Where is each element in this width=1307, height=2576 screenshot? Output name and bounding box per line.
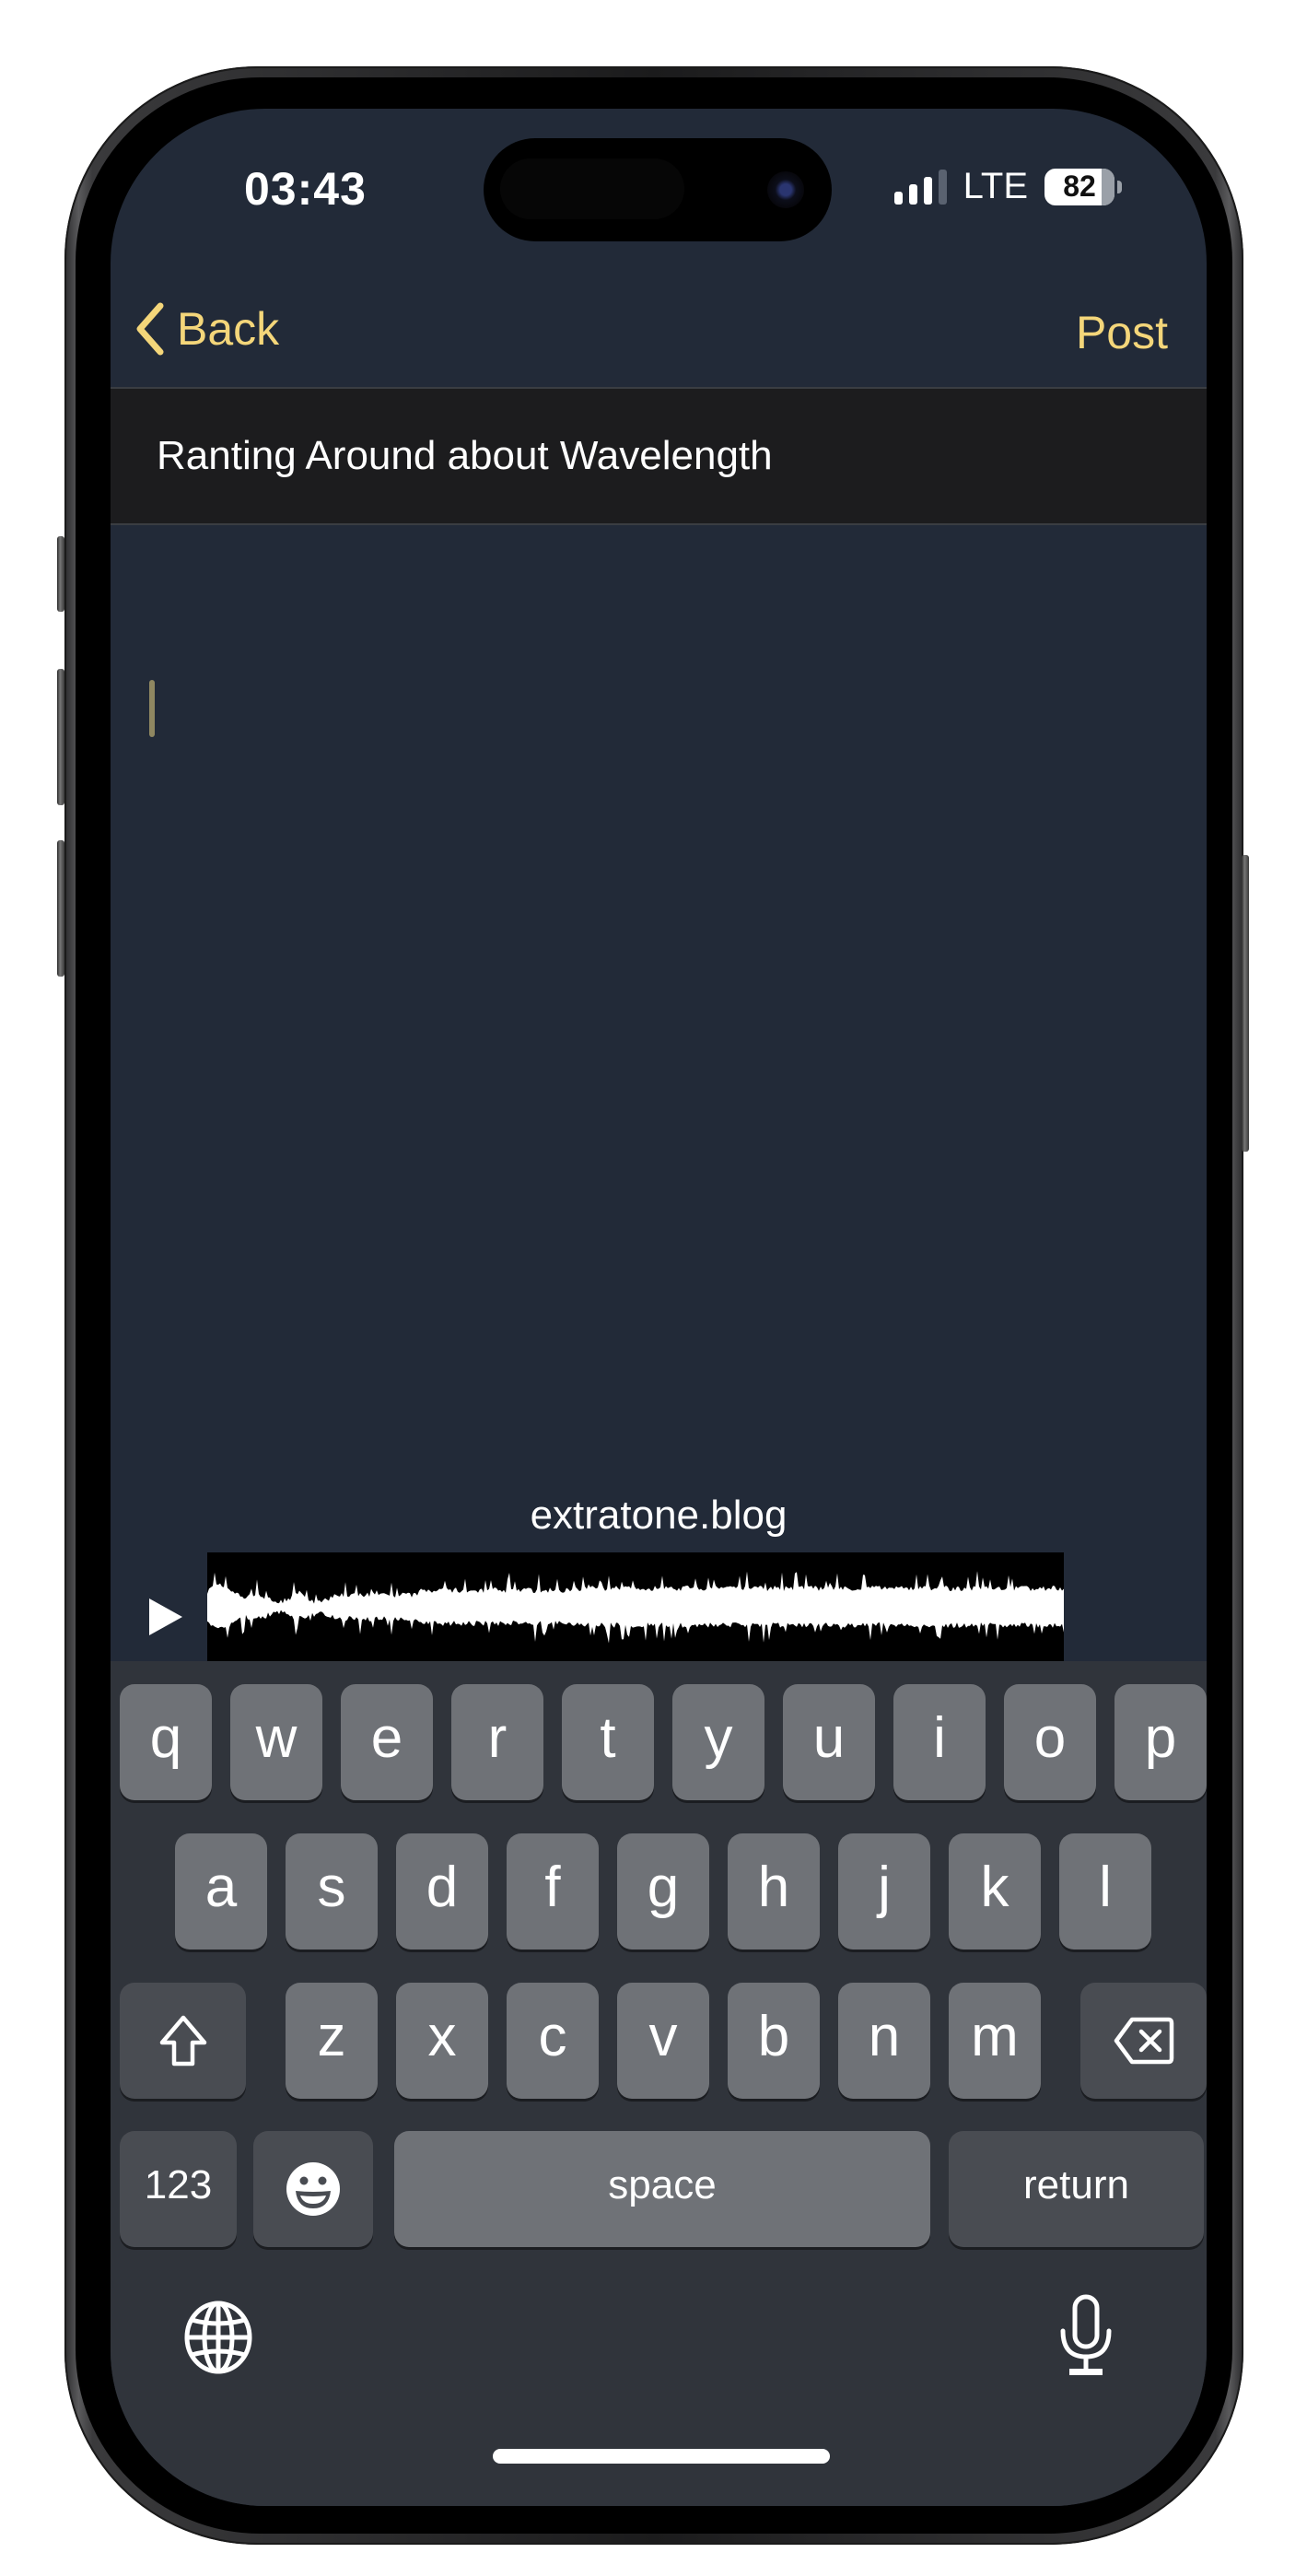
key-q-label: q [149, 1706, 182, 1770]
delete-icon [1114, 2017, 1173, 2065]
space-key-label: space [608, 2162, 717, 2207]
key-w[interactable]: w [230, 1684, 322, 1800]
key-c-label: c [538, 2005, 567, 2068]
key-w-label: w [255, 1706, 298, 1770]
key-b-label: b [757, 2005, 790, 2068]
keyboard: q w e r t y u i o p a s d f g h j k l z x c v b n m 123 space return [111, 1661, 1207, 2506]
battery-percent: 82 [1063, 170, 1096, 203]
post-button[interactable]: Post [1076, 306, 1168, 359]
key-u-label: u [812, 1706, 846, 1770]
face-id-sensor [500, 158, 684, 219]
key-v[interactable]: v [617, 1983, 709, 2099]
back-button[interactable]: Back [134, 302, 279, 356]
numbers-key[interactable]: 123 [120, 2131, 237, 2247]
key-a-label: a [204, 1856, 238, 1919]
cellular-signal-icon [893, 169, 947, 205]
key-f[interactable]: f [507, 1833, 599, 1950]
key-k[interactable]: k [949, 1833, 1041, 1950]
key-j-label: j [878, 1856, 891, 1919]
key-g[interactable]: g [617, 1833, 709, 1950]
volume-up-button [57, 669, 64, 805]
network-type: LTE [963, 166, 1028, 206]
key-h[interactable]: h [728, 1833, 820, 1950]
emoji-key[interactable] [253, 2131, 373, 2247]
key-b[interactable]: b [728, 1983, 820, 2099]
waveform-graphic [207, 1571, 1064, 1644]
key-t[interactable]: t [562, 1684, 654, 1800]
status-indicators: LTE 82 [893, 166, 1122, 207]
key-y[interactable]: y [672, 1684, 764, 1800]
key-o-label: o [1033, 1706, 1067, 1770]
key-x-label: x [427, 2005, 457, 2068]
key-s[interactable]: s [286, 1833, 378, 1950]
waveform-path [207, 1571, 1064, 1644]
key-g-label: g [647, 1856, 680, 1919]
post-title-field[interactable]: Ranting Around about Wavelength [111, 387, 1207, 525]
shift-key[interactable] [120, 1983, 246, 2099]
key-i[interactable]: i [893, 1684, 986, 1800]
key-y-label: y [704, 1706, 733, 1770]
key-l-label: l [1099, 1856, 1112, 1919]
home-indicator[interactable] [493, 2449, 830, 2464]
key-p[interactable]: p [1114, 1684, 1207, 1800]
emoji-icon [286, 2162, 340, 2216]
key-p-label: p [1144, 1706, 1177, 1770]
return-key[interactable]: return [949, 2131, 1204, 2247]
key-h-label: h [757, 1856, 790, 1919]
key-t-label: t [600, 1706, 616, 1770]
key-j[interactable]: j [838, 1833, 930, 1950]
key-e-label: e [370, 1706, 403, 1770]
key-q[interactable]: q [120, 1684, 212, 1800]
front-camera [767, 171, 804, 208]
shift-icon [159, 2015, 206, 2067]
key-m-label: m [971, 2005, 1019, 2068]
delete-key[interactable] [1080, 1983, 1207, 2099]
key-c[interactable]: c [507, 1983, 599, 2099]
key-d-label: d [426, 1856, 459, 1919]
key-u[interactable]: u [783, 1684, 875, 1800]
dynamic-island [484, 138, 832, 241]
volume-down-button [57, 840, 64, 977]
screen: 03:43 LTE 82 Back Post Ranting Around ab… [111, 109, 1207, 2506]
key-r-label: r [487, 1706, 508, 1770]
key-l[interactable]: l [1059, 1833, 1151, 1950]
navigation-bar: Back Post [111, 275, 1207, 385]
key-m[interactable]: m [949, 1983, 1041, 2099]
text-caret [149, 680, 155, 737]
key-a[interactable]: a [175, 1833, 267, 1950]
status-time: 03:43 [244, 163, 367, 215]
play-icon[interactable] [147, 1597, 184, 1637]
key-s-label: s [317, 1856, 346, 1919]
audio-waveform[interactable] [207, 1552, 1064, 1661]
key-f-label: f [544, 1856, 561, 1919]
microphone-icon[interactable] [1056, 2294, 1115, 2377]
key-o[interactable]: o [1004, 1684, 1096, 1800]
key-k-label: k [980, 1856, 1009, 1919]
space-key[interactable]: space [394, 2131, 930, 2247]
key-v-label: v [648, 2005, 678, 2068]
key-d[interactable]: d [396, 1833, 488, 1950]
key-n[interactable]: n [838, 1983, 930, 2099]
key-r[interactable]: r [451, 1684, 543, 1800]
back-label: Back [177, 303, 280, 355]
post-body-editor[interactable] [111, 527, 1207, 1661]
key-z[interactable]: z [286, 1983, 378, 2099]
battery-icon: 82 [1044, 168, 1122, 205]
side-button [1242, 855, 1249, 1152]
key-e[interactable]: e [341, 1684, 433, 1800]
key-i-label: i [933, 1706, 946, 1770]
action-button [57, 536, 64, 612]
key-z-label: z [317, 2005, 346, 2068]
return-key-label: return [1023, 2162, 1129, 2207]
chevron-left-icon [136, 302, 164, 356]
key-n-label: n [868, 2005, 901, 2068]
key-x[interactable]: x [396, 1983, 488, 2099]
globe-icon[interactable] [182, 2300, 254, 2375]
numbers-key-label: 123 [144, 2162, 213, 2207]
post-title-text: Ranting Around about Wavelength [157, 433, 773, 478]
audio-embed-title: extratone.blog [530, 1493, 788, 1538]
